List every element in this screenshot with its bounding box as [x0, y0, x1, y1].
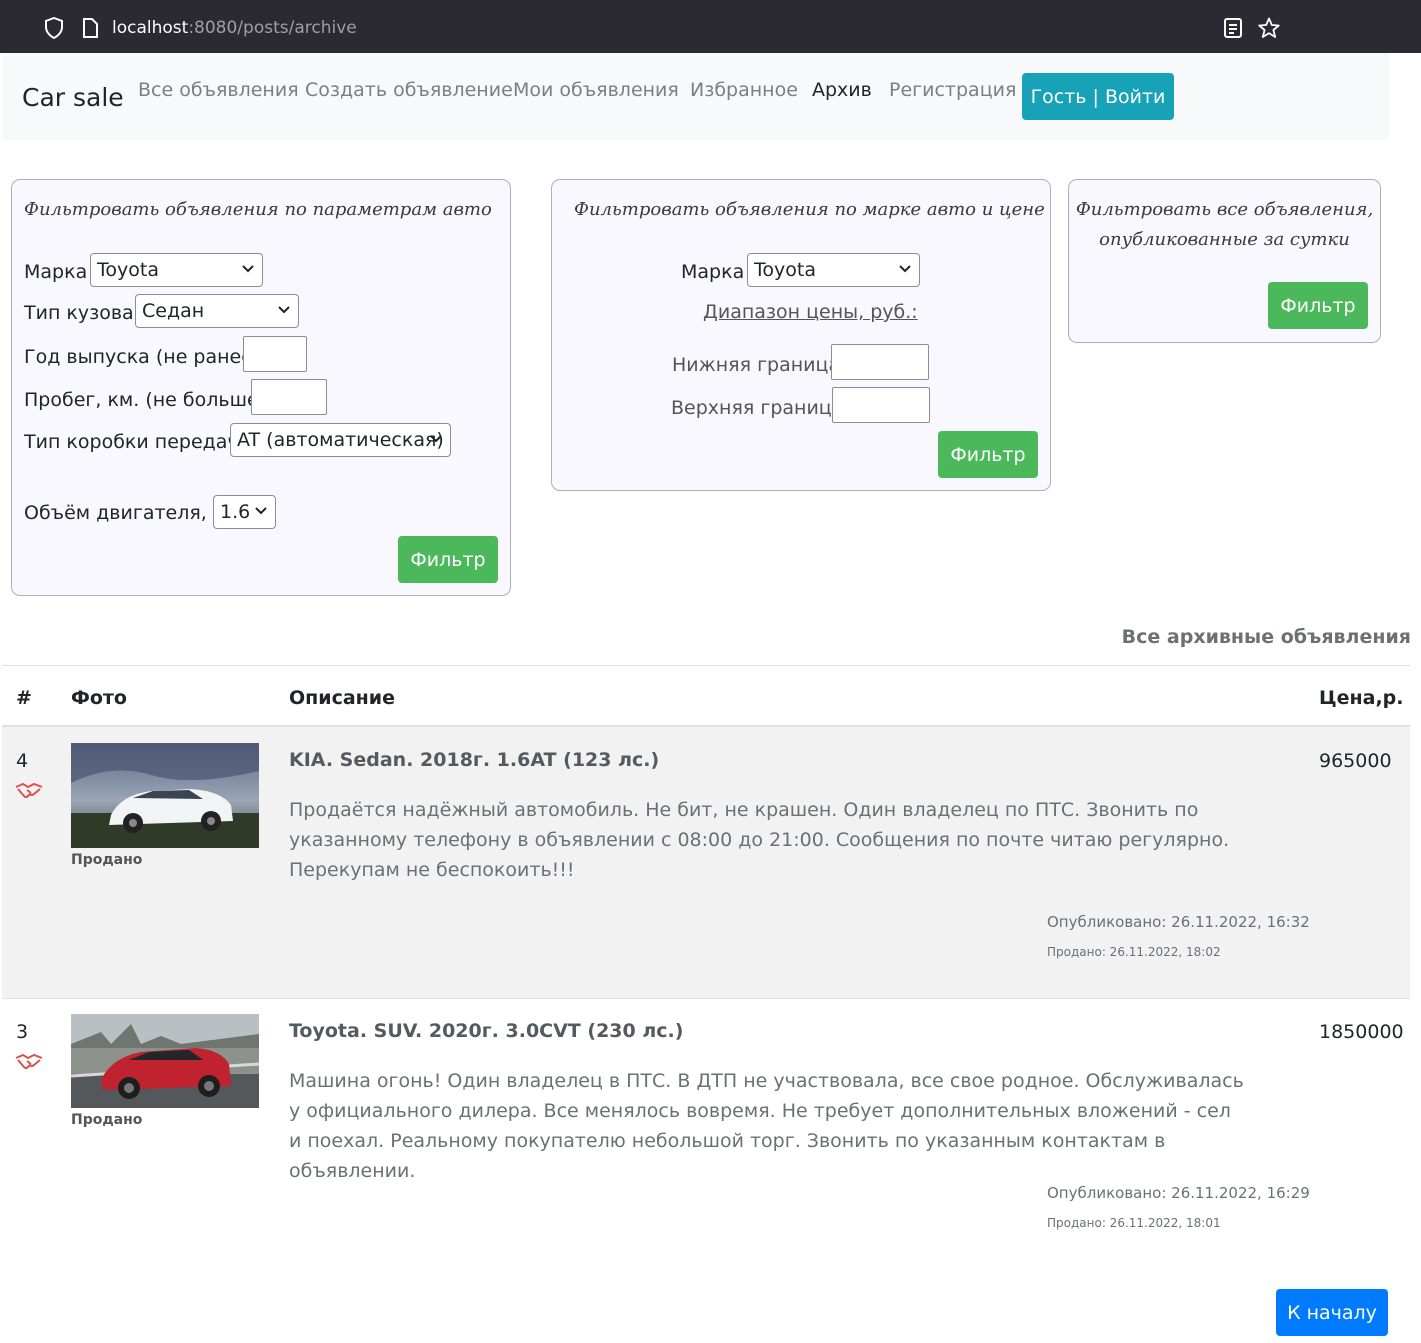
filter-price-title: Фильтровать объявления по марке авто и ц… — [574, 199, 1045, 220]
engine-select[interactable]: 1.6 — [213, 495, 276, 529]
nav-all-posts[interactable]: Все объявления — [138, 79, 299, 101]
brand-label: Марка — [24, 261, 88, 283]
handshake-icon — [15, 782, 43, 798]
col-header-num: # — [16, 687, 32, 709]
nav-create-post[interactable]: Создать объявление — [305, 79, 513, 101]
max-price-label: Верхняя граница — [671, 397, 844, 419]
price-range-label: Диапазон цены, руб.: — [703, 301, 918, 323]
brand-select[interactable]: Toyota — [90, 253, 263, 287]
mileage-input[interactable] — [251, 379, 327, 415]
published-date: Опубликовано: 26.11.2022, 16:29 — [1047, 1184, 1310, 1202]
shield-icon[interactable] — [44, 17, 64, 39]
col-header-price: Цена,р. — [1319, 687, 1404, 709]
body-type-select[interactable]: Седан — [135, 294, 299, 328]
item-description: Продаётся надёжный автомобиль. Не бит, н… — [289, 799, 1230, 881]
table-row: 3 Продано Toyota. SUV. 2020г. 3.0CVT (23… — [2, 999, 1410, 1269]
mileage-label: Пробег, км. (не больше) — [24, 389, 267, 411]
col-header-photo: Фото — [71, 687, 127, 709]
car-photo-kia[interactable] — [71, 743, 259, 848]
page-icon — [83, 18, 98, 38]
filter-price-button[interactable]: Фильтр — [938, 431, 1038, 478]
archive-title: Все архивные объявления — [1121, 626, 1411, 648]
car-photo-toyota[interactable] — [71, 1014, 259, 1108]
login-button[interactable]: Гость | Войти — [1022, 73, 1174, 120]
item-price: 965000 — [1319, 750, 1392, 772]
handshake-icon — [15, 1053, 43, 1069]
sold-label: Продано — [71, 1112, 143, 1128]
nav-archive[interactable]: Архив — [812, 79, 872, 101]
sold-date: Продано: 26.11.2022, 18:01 — [1047, 1216, 1221, 1230]
item-title: KIA. Sedan. 2018г. 1.6AT (123 лс.) — [289, 749, 660, 771]
chevron-down-icon — [430, 435, 442, 443]
brand-link[interactable]: Car sale — [22, 83, 124, 112]
nav-favorites[interactable]: Избранное — [690, 79, 798, 101]
chevron-down-icon — [255, 507, 267, 515]
kia-photo-image — [71, 743, 259, 848]
navbar: Car sale Все объявления Создать объявлен… — [2, 53, 1389, 140]
chevron-down-icon — [242, 265, 254, 273]
year-input[interactable] — [243, 336, 307, 372]
address-bar[interactable]: localhost:8080/posts/archive — [112, 18, 357, 38]
toyota-photo-image — [71, 1014, 259, 1108]
back-to-top-button[interactable]: К началу — [1276, 1289, 1388, 1336]
nav-registration[interactable]: Регистрация — [889, 79, 1016, 101]
item-price: 1850000 — [1319, 1021, 1404, 1043]
filter-params-title: Фильтровать объявления по параметрам авт… — [24, 199, 492, 220]
filter-day-button[interactable]: Фильтр — [1268, 282, 1368, 329]
chevron-down-icon — [278, 306, 290, 314]
item-title: Toyota. SUV. 2020г. 3.0CVT (230 лс.) — [289, 1020, 684, 1042]
year-label: Год выпуска (не ранее) — [24, 346, 261, 368]
gearbox-label: Тип коробки передач — [24, 431, 239, 453]
filter-day-title-line2: опубликованные за сутки — [1099, 229, 1350, 250]
price-brand-select[interactable]: Toyota — [747, 253, 920, 287]
min-price-input[interactable] — [831, 344, 929, 380]
engine-label: Объём двигателя, л. — [24, 502, 232, 524]
row-number: 4 — [16, 750, 29, 772]
browser-toolbar: localhost:8080/posts/archive — [0, 0, 1421, 53]
body-type-label: Тип кузова: — [24, 302, 141, 324]
divider — [2, 665, 1410, 666]
table-row: 4 Продано KIA. Sedan. 2018г. 1.6AT (123 … — [2, 727, 1410, 998]
sold-date: Продано: 26.11.2022, 18:02 — [1047, 945, 1221, 959]
filter-params-button[interactable]: Фильтр — [398, 536, 498, 583]
filter-day-card: Фильтровать все объявления, опубликованн… — [1068, 179, 1381, 343]
reader-view-icon[interactable] — [1224, 18, 1242, 38]
max-price-input[interactable] — [832, 387, 930, 423]
filter-params-card: Фильтровать объявления по параметрам авт… — [11, 179, 511, 596]
col-header-description: Описание — [289, 687, 396, 709]
brand-label: Марка — [681, 261, 745, 283]
published-date: Опубликовано: 26.11.2022, 16:32 — [1047, 913, 1310, 931]
filter-day-title-line1: Фильтровать все объявления, — [1075, 199, 1374, 220]
chevron-down-icon — [899, 265, 911, 273]
row-number: 3 — [16, 1021, 29, 1043]
filter-price-card: Фильтровать объявления по марке авто и ц… — [551, 179, 1051, 491]
bookmark-star-icon[interactable] — [1258, 17, 1280, 39]
item-description: Машина огонь! Один владелец в ПТС. В ДТП… — [289, 1070, 1244, 1182]
min-price-label: Нижняя граница — [672, 354, 841, 376]
gearbox-select[interactable]: AT (автоматическая) — [230, 423, 451, 457]
nav-my-posts[interactable]: Мои объявления — [513, 79, 679, 101]
sold-label: Продано — [71, 852, 143, 868]
